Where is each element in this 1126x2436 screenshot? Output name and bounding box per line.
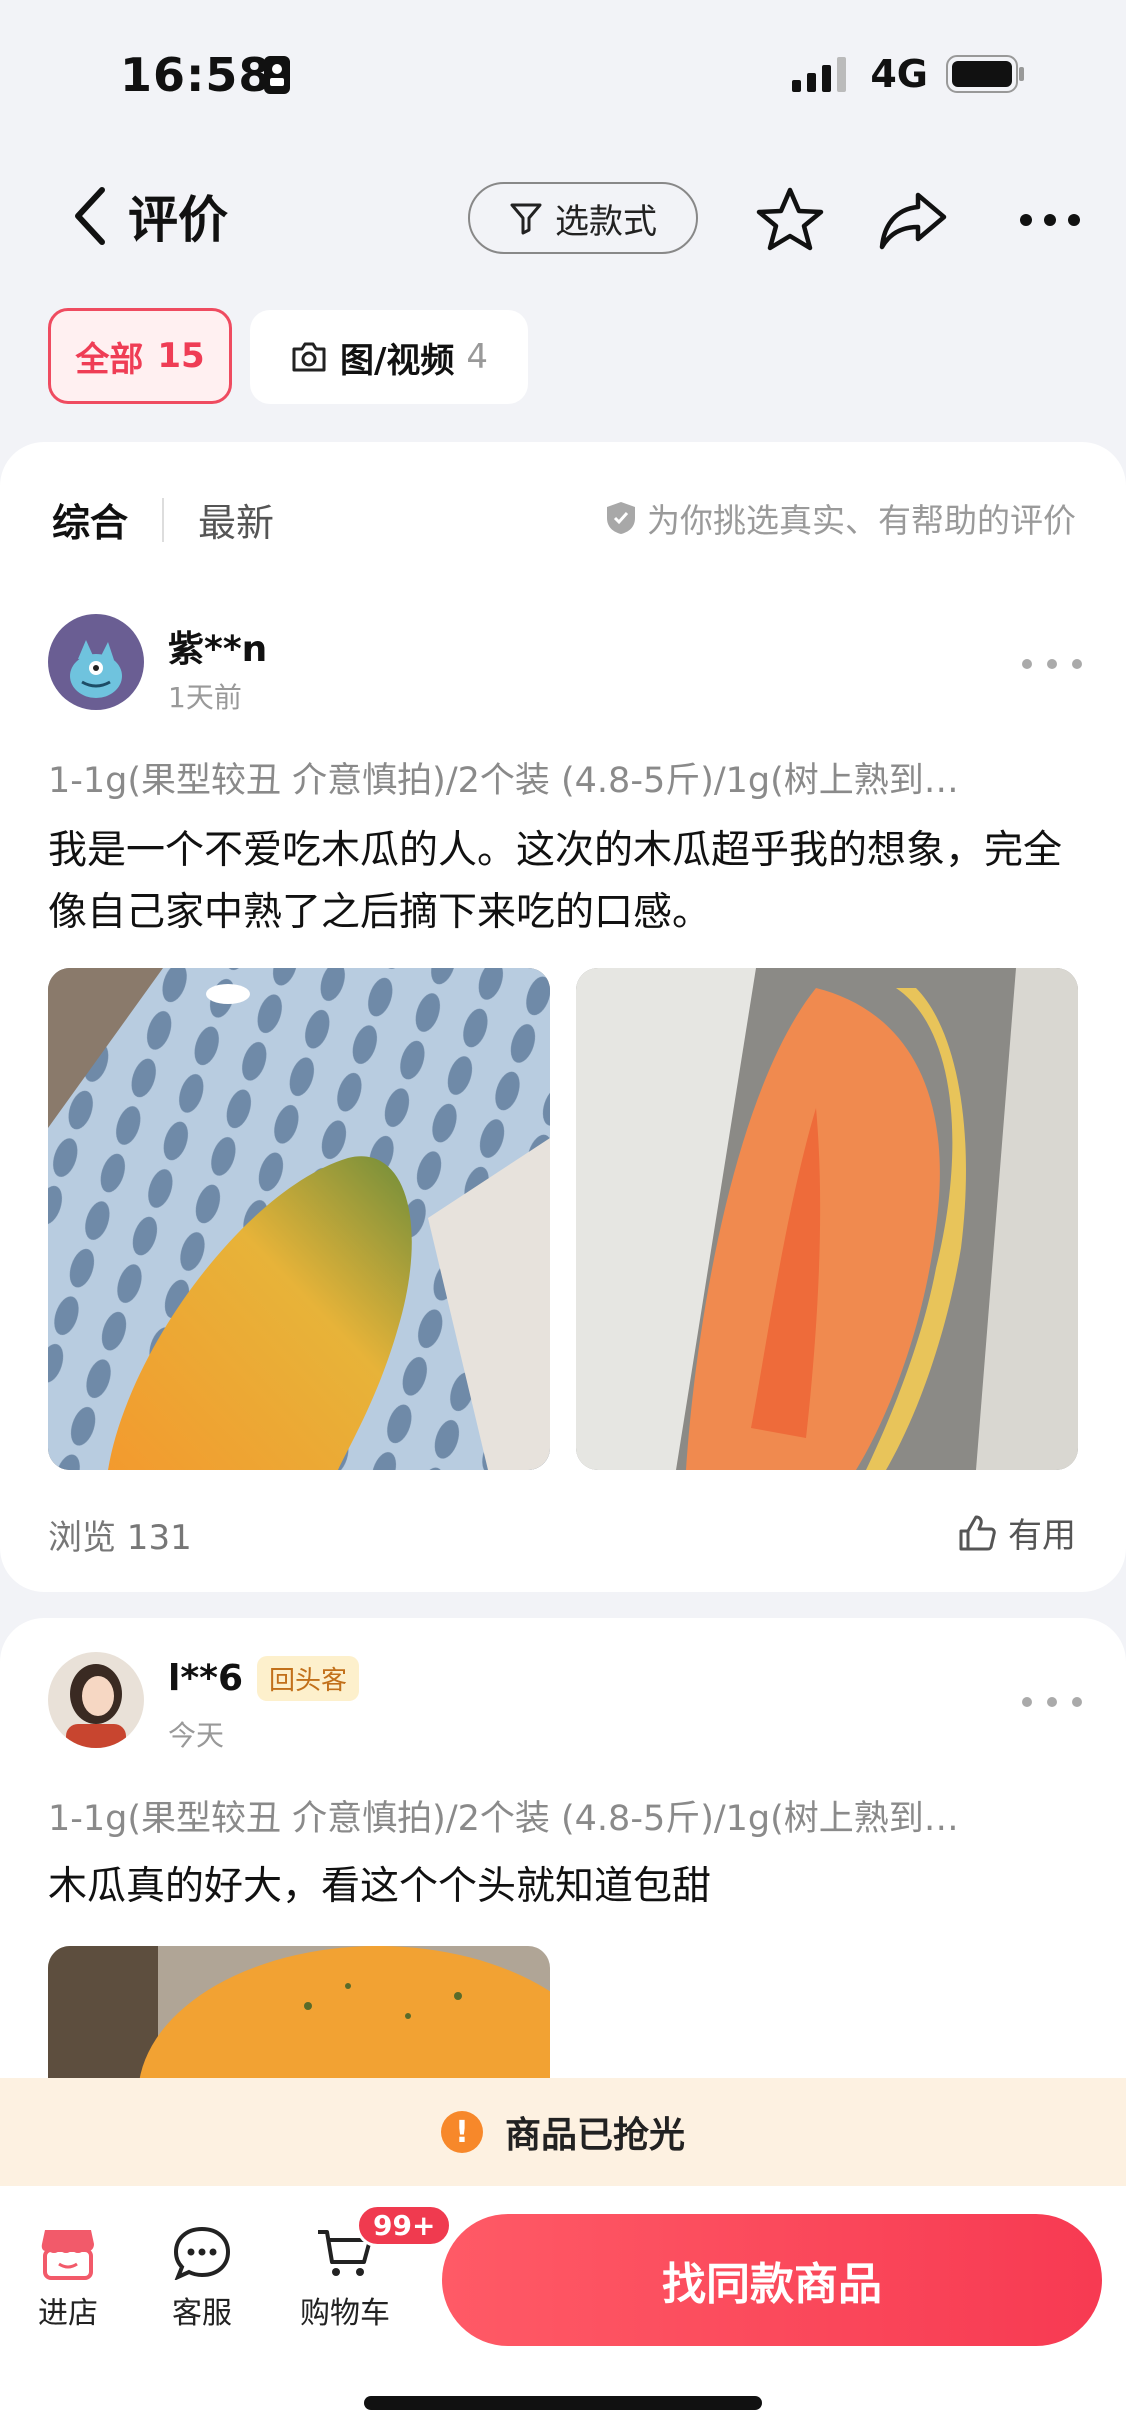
tab-all[interactable]: 全部 15 (48, 308, 232, 404)
avatar[interactable] (48, 1652, 144, 1748)
review-photo[interactable] (48, 968, 550, 1470)
share-button[interactable] (874, 180, 954, 260)
favorite-button[interactable] (750, 180, 830, 260)
store-button[interactable]: 进店 (38, 2226, 98, 2332)
soldout-text: 商品已抢光 (504, 2115, 685, 2156)
find-similar-button[interactable]: 找同款商品 (442, 2214, 1102, 2346)
review-more-button[interactable] (1022, 654, 1082, 674)
review-photo[interactable] (576, 968, 1078, 1470)
more-icon (1020, 214, 1080, 226)
shield-icon (607, 502, 635, 534)
review-hint: 为你挑选真实、有帮助的评价 (605, 494, 1076, 542)
sort-comprehensive[interactable]: 综合 (52, 492, 128, 547)
tab-all-label: 全部 (75, 339, 144, 380)
useful-button[interactable]: 有用 (958, 1508, 1076, 1557)
review-time: 今天 (168, 1719, 225, 1752)
review-text: 我是一个不爱吃木瓜的人。这次的木瓜超乎我的想象，完全像自己家中熟了之后摘下来吃的… (48, 828, 1063, 935)
review-spec: 1-1g(果型较丑 介意慎拍)/2个装 (4.8-5斤)/1g(树上熟到… (48, 761, 959, 801)
network-label: 4G (870, 52, 928, 96)
status-time: 16:58 (120, 48, 272, 102)
sort-latest[interactable]: 最新 (198, 492, 274, 547)
cut-papaya-photo (576, 968, 1078, 1470)
review-spec: 1-1g(果型较丑 介意慎拍)/2个装 (4.8-5斤)/1g(树上熟到… (48, 1799, 959, 1839)
camera-icon (292, 342, 326, 372)
review-text: 木瓜真的好大，看这个个头就知道包甜 (48, 1864, 712, 1909)
avatar-image (48, 614, 144, 710)
filter-style-button[interactable]: 选款式 (468, 182, 698, 254)
store-label: 进店 (38, 2296, 98, 2331)
home-indicator (364, 2396, 762, 2410)
back-button[interactable]: 评价 (70, 180, 228, 252)
signal-icon (792, 57, 847, 92)
tab-all-count: 15 (157, 336, 205, 376)
filter-label: 选款式 (555, 201, 657, 242)
reviewer-header: l**6 回头客 (168, 1656, 360, 1701)
more-button[interactable] (1010, 180, 1090, 260)
review-hint-text: 为你挑选真实、有帮助的评价 (647, 501, 1076, 540)
tab-photo-video-count: 4 (466, 337, 489, 377)
review-more-button[interactable] (1022, 1692, 1082, 1712)
useful-label: 有用 (1008, 1516, 1076, 1556)
chat-icon (173, 2226, 231, 2280)
repeat-customer-badge: 回头客 (257, 1656, 360, 1701)
star-icon (756, 187, 824, 251)
store-icon (41, 2230, 94, 2280)
customer-service-button[interactable]: 客服 (172, 2226, 232, 2332)
cart-label: 购物车 (300, 2296, 390, 2331)
reviewer-name: l**6 (168, 1658, 244, 1699)
view-count: 浏览 131 (48, 1518, 192, 1558)
cart-count-badge: 99+ (356, 2204, 453, 2247)
battery-icon (946, 55, 1024, 93)
chevron-left-icon (75, 187, 105, 245)
share-icon (879, 192, 947, 250)
warning-icon: ! (440, 2111, 483, 2153)
status-indicators: 4G (792, 52, 1026, 96)
review-time: 1天前 (168, 681, 242, 714)
customer-service-label: 客服 (172, 2296, 232, 2331)
soldout-banner: ! 商品已抢光 (0, 2078, 1126, 2186)
tab-photo-video-label: 图/视频 (339, 340, 455, 381)
tab-photo-video[interactable]: 图/视频 4 (250, 310, 528, 404)
avatar[interactable] (48, 614, 144, 710)
filter-icon (510, 203, 542, 235)
page-title: 评价 (128, 191, 228, 249)
reviewer-name: 紫**n (168, 629, 268, 670)
thumbs-up-icon (959, 1515, 996, 1550)
sort-divider (162, 497, 165, 542)
sort-tabs: 综合 最新 (52, 492, 274, 547)
avatar-image (48, 1652, 144, 1748)
lock-icon (264, 56, 290, 94)
papaya-photo (48, 968, 550, 1470)
